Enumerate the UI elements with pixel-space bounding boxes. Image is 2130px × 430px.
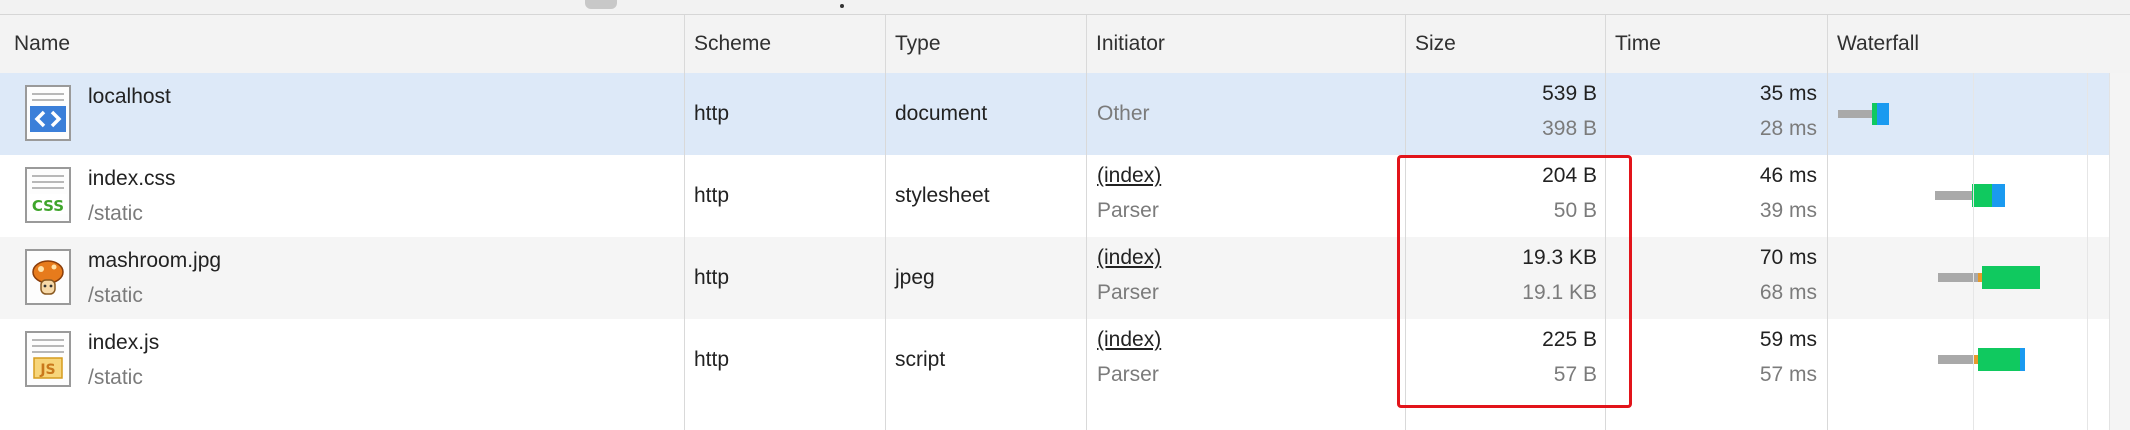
css-file-icon: CSS (25, 167, 71, 223)
request-size-content: 398 B (1542, 117, 1597, 140)
request-type: jpeg (895, 266, 935, 289)
column-header-waterfall[interactable]: Waterfall (1823, 15, 2123, 73)
request-time: 59 ms (1759, 328, 1817, 351)
request-scheme: http (694, 348, 730, 371)
column-header-size[interactable]: Size (1401, 15, 1611, 73)
drag-dot-icon (840, 4, 844, 8)
request-latency: 57 ms (1759, 363, 1817, 386)
table-header: Name Scheme Type Initiator Size Time Wat… (0, 15, 2130, 74)
vertical-scrollbar[interactable] (2109, 73, 2130, 430)
js-file-icon: JS (25, 331, 71, 387)
panel-top-strip (0, 0, 2130, 15)
size-highlight-annotation (1397, 155, 1632, 408)
svg-text:CSS: CSS (32, 197, 64, 215)
request-time: 70 ms (1759, 246, 1817, 269)
request-path: /static (88, 366, 143, 389)
initiator-link[interactable]: (index) (1097, 246, 1161, 270)
table-row[interactable]: CSS index.css /static http stylesheet (i… (0, 155, 2130, 237)
waterfall-gridline (2087, 73, 2088, 430)
column-divider[interactable] (1827, 15, 1828, 430)
waterfall-gridline (1973, 73, 1974, 430)
initiator-link[interactable]: (index) (1097, 164, 1161, 188)
request-name: index.js (88, 331, 160, 354)
request-initiator-detail: Parser (1097, 363, 1159, 386)
waterfall-download-bar (1978, 348, 2020, 371)
svg-text:JS: JS (39, 362, 55, 378)
waterfall-waiting-bar (1838, 110, 1872, 118)
waterfall-receive-bar (1877, 103, 1889, 125)
table-row[interactable]: localhost http document Other 539 B 398 … (0, 73, 2130, 155)
column-header-scheme[interactable]: Scheme (680, 15, 890, 73)
request-size: 539 B (1542, 82, 1597, 105)
request-type: document (895, 102, 988, 125)
request-latency: 28 ms (1759, 117, 1817, 140)
request-scheme: http (694, 266, 730, 289)
request-scheme: http (694, 102, 730, 125)
request-latency: 68 ms (1759, 281, 1817, 304)
waterfall-waiting-bar (1935, 191, 1972, 200)
request-type: stylesheet (895, 184, 990, 207)
column-header-name[interactable]: Name (0, 15, 684, 73)
request-scheme: http (694, 184, 730, 207)
request-name: mashroom.jpg (88, 249, 222, 272)
column-header-time[interactable]: Time (1601, 15, 1831, 73)
request-initiator: Other (1097, 102, 1150, 125)
waterfall-download-bar (1972, 184, 1992, 207)
column-header-type[interactable]: Type (881, 15, 1091, 73)
column-divider[interactable] (1086, 15, 1087, 430)
request-path: /static (88, 202, 143, 225)
request-latency: 39 ms (1759, 199, 1817, 222)
waterfall-waiting-bar (1938, 273, 1978, 282)
network-request-table: Name Scheme Type Initiator Size Time Wat… (0, 15, 2130, 430)
request-time: 35 ms (1759, 82, 1817, 105)
image-file-icon (25, 249, 71, 305)
request-time: 46 ms (1759, 164, 1817, 187)
request-name: localhost (88, 85, 171, 108)
request-initiator-detail: Parser (1097, 281, 1159, 304)
waterfall-receive-bar (1992, 184, 2005, 207)
initiator-link[interactable]: (index) (1097, 328, 1161, 352)
request-name: index.css (88, 167, 176, 190)
table-row[interactable]: mashroom.jpg /static http jpeg (index) P… (0, 237, 2130, 319)
waterfall-receive-bar (2020, 348, 2025, 371)
column-divider[interactable] (885, 15, 886, 430)
table-row[interactable]: JS index.js /static http script (index) … (0, 319, 2130, 401)
html-document-icon (25, 85, 71, 141)
request-type: script (895, 348, 946, 371)
waterfall-download-bar (1982, 266, 2040, 289)
column-divider[interactable] (684, 15, 685, 430)
request-path: /static (88, 284, 143, 307)
request-initiator-detail: Parser (1097, 199, 1159, 222)
waterfall-waiting-bar (1938, 355, 1974, 364)
resize-handle[interactable] (585, 0, 617, 9)
column-header-initiator[interactable]: Initiator (1082, 15, 1402, 73)
